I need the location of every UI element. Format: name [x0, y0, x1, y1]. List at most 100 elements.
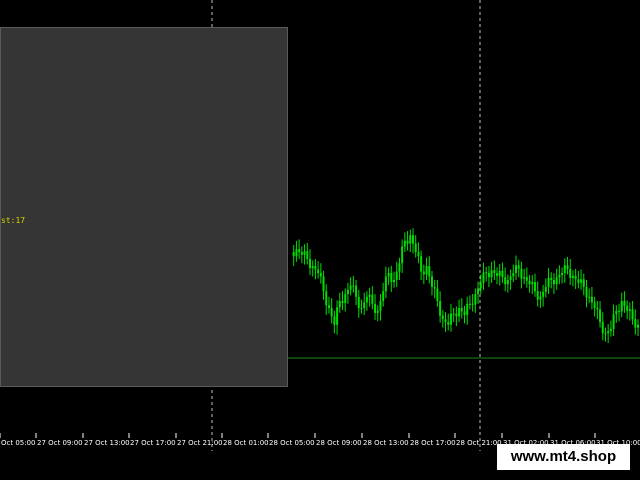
candle-body — [506, 280, 509, 285]
candle-body — [401, 246, 404, 264]
candle-body — [458, 308, 461, 317]
time-tick-label: 27 Oct 13:00 — [84, 439, 130, 447]
candle-body — [444, 319, 447, 322]
candle-body — [417, 252, 420, 257]
candle-body — [298, 249, 301, 252]
candle-body — [436, 288, 439, 301]
candle-body — [536, 291, 539, 300]
candle-body — [479, 282, 482, 289]
candle-body — [593, 302, 596, 308]
candle-body — [525, 277, 528, 281]
candle-body — [590, 296, 593, 303]
candle-body — [555, 277, 558, 285]
time-tick-label: 28 Oct 09:00 — [316, 439, 362, 447]
candle-body — [382, 291, 385, 301]
candle-body — [604, 333, 607, 335]
candle-body — [601, 322, 604, 334]
candle-body — [357, 296, 360, 308]
candle-body — [455, 313, 458, 317]
candle-body — [379, 301, 382, 311]
candle-body — [414, 243, 417, 252]
candle-body — [552, 280, 555, 285]
candle-body — [439, 301, 442, 316]
candle-body — [544, 287, 547, 292]
candle-body — [474, 294, 477, 305]
candle-body — [615, 310, 618, 315]
candle-body — [539, 296, 542, 300]
candle-body — [390, 273, 393, 283]
time-tick-label: 27 Oct 21:00 — [177, 439, 223, 447]
candle-body — [422, 271, 425, 275]
candle-body — [319, 273, 322, 277]
candle-body — [563, 265, 566, 273]
candle-body — [452, 313, 455, 315]
candle-body — [325, 291, 328, 306]
candle-body — [441, 315, 444, 320]
time-tick-label: 27 Oct 17:00 — [130, 439, 176, 447]
candle-body — [333, 316, 336, 325]
candle-body — [460, 308, 463, 312]
candle-body — [336, 307, 339, 325]
candle-body — [311, 266, 314, 269]
candle-body — [322, 276, 325, 292]
candle-body — [425, 266, 428, 275]
candle-body — [517, 265, 520, 269]
candle-body — [463, 311, 466, 315]
candle-body — [515, 265, 518, 273]
info-panel[interactable]: st:17 — [0, 27, 288, 387]
candle-body — [571, 275, 574, 278]
candle-body — [490, 270, 493, 278]
candle-body — [607, 331, 610, 334]
candle-body — [512, 273, 515, 277]
candle-body — [428, 266, 431, 277]
candle-body — [618, 310, 621, 312]
candle-body — [393, 280, 396, 283]
watermark: www.mt4.shop — [497, 444, 630, 470]
candle-body — [547, 277, 550, 287]
candle-body — [466, 303, 469, 315]
candle-body — [531, 282, 534, 285]
candle-body — [558, 275, 561, 278]
time-tick-label: Oct 05:00 — [1, 439, 36, 447]
candle-body — [574, 275, 577, 280]
candle-body — [477, 288, 480, 294]
candle-body — [498, 270, 501, 276]
candle-body — [292, 252, 295, 257]
candle-body — [612, 314, 615, 329]
candle-body — [550, 277, 553, 280]
candle-body — [623, 301, 626, 306]
candle-body — [330, 308, 333, 317]
candle-body — [449, 313, 452, 325]
candle-body — [496, 273, 499, 276]
candle-body — [409, 235, 412, 244]
time-tick-label: 28 Oct 21:00 — [456, 439, 502, 447]
candle-body — [346, 289, 349, 294]
candle-body — [300, 252, 303, 255]
candle-body — [628, 309, 631, 311]
candle-body — [317, 269, 320, 273]
candle-body — [631, 309, 634, 320]
candle-body — [355, 285, 358, 297]
time-tick-label: 27 Oct 09:00 — [37, 439, 83, 447]
time-tick-label: 28 Oct 01:00 — [223, 439, 269, 447]
candle-body — [368, 294, 371, 297]
candle-body — [314, 266, 317, 270]
candle-body — [599, 309, 602, 322]
candle-body — [338, 301, 341, 308]
candle-body — [504, 277, 507, 285]
candle-body — [533, 282, 536, 292]
candle-body — [501, 270, 504, 278]
candle-body — [403, 240, 406, 247]
candle-body — [363, 302, 366, 308]
candle-body — [308, 259, 311, 269]
time-tick-label: 28 Oct 13:00 — [363, 439, 409, 447]
panel-status-text: st:17 — [1, 216, 26, 225]
candle-body — [306, 251, 309, 259]
candle-body — [406, 240, 409, 244]
candle-body — [596, 308, 599, 310]
candle-body — [542, 291, 545, 297]
candle-body — [341, 301, 344, 304]
candle-body — [569, 268, 572, 278]
candle-body — [365, 296, 368, 303]
candle-body — [582, 279, 585, 287]
